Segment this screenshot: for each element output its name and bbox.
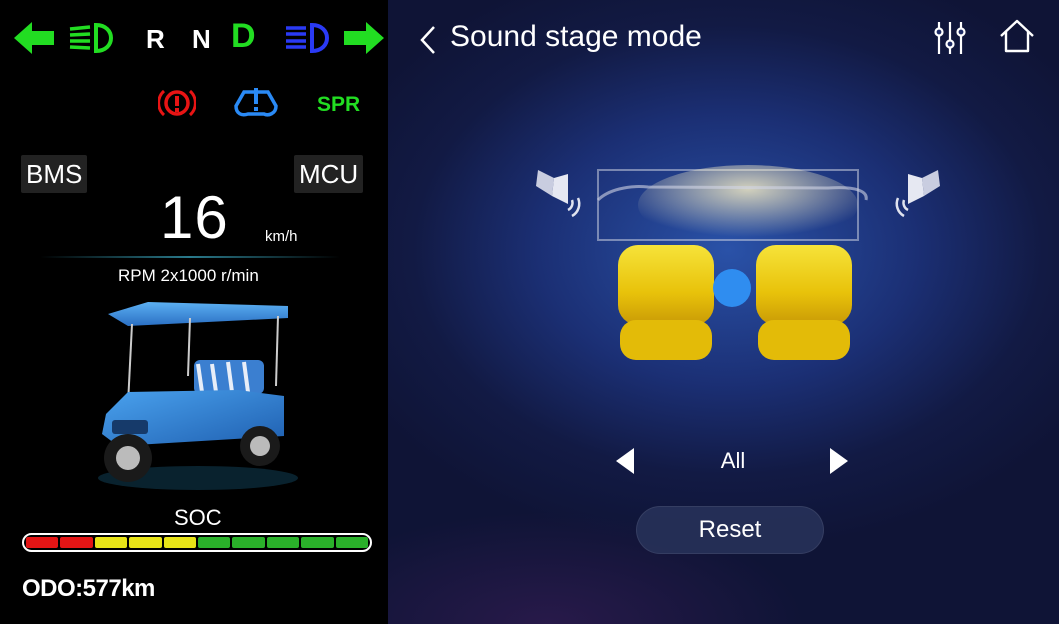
equalizer-icon[interactable] [934,20,966,56]
soc-label: SOC [174,505,222,530]
speed-value: 16 [160,184,229,251]
seat-right[interactable] [756,245,852,360]
tire-warning-icon [234,88,278,117]
speed-unit: km/h [265,228,298,245]
speaker-right-icon [895,170,940,218]
mcu-button[interactable]: MCU [294,155,364,193]
arrow-right-icon[interactable] [828,446,850,476]
gear-d: D [231,17,256,55]
soc-segment [26,537,59,548]
soc-gauge [22,533,372,552]
left-turn-icon [14,22,54,54]
back-icon[interactable] [418,24,438,56]
spr-indicator: SPR [317,93,361,116]
right-turn-icon [344,22,384,54]
zone-value: All [720,448,746,473]
parking-brake-icon [158,89,196,117]
soc-segment [266,537,300,548]
low-beam-icon [69,22,113,54]
high-beam-icon [286,22,329,54]
reset-button[interactable]: Reset [636,506,824,554]
odometer: ODO:577km [22,575,155,602]
soc-segment [335,537,369,548]
soc-segment [129,537,162,548]
soc-segment [163,537,197,548]
sound-stage-panel: Sound stage mode All Reset [388,0,1059,624]
soc-segment [94,537,128,548]
divider [40,256,340,258]
speaker-left-icon [536,170,581,218]
page-title: Sound stage mode [450,20,702,53]
soc-segment [60,537,93,548]
cabin-stage [536,165,940,360]
golf-cart-image [98,302,298,490]
gear-n: N [192,24,211,54]
home-icon[interactable] [998,18,1036,54]
arrow-left-icon[interactable] [614,446,636,476]
bms-button[interactable]: BMS [21,155,88,193]
soc-segment [301,537,334,548]
soc-segment [232,537,265,548]
sound-focus-dot[interactable] [713,269,751,307]
seat-left[interactable] [618,245,714,360]
rpm-readout: RPM 2x1000 r/min [118,266,259,285]
gear-r: R [146,24,165,54]
soc-segment [198,537,231,548]
instrument-cluster: R N D SPR BMS MCU 16 km/h RPM 2x1000 r/m… [0,0,388,624]
